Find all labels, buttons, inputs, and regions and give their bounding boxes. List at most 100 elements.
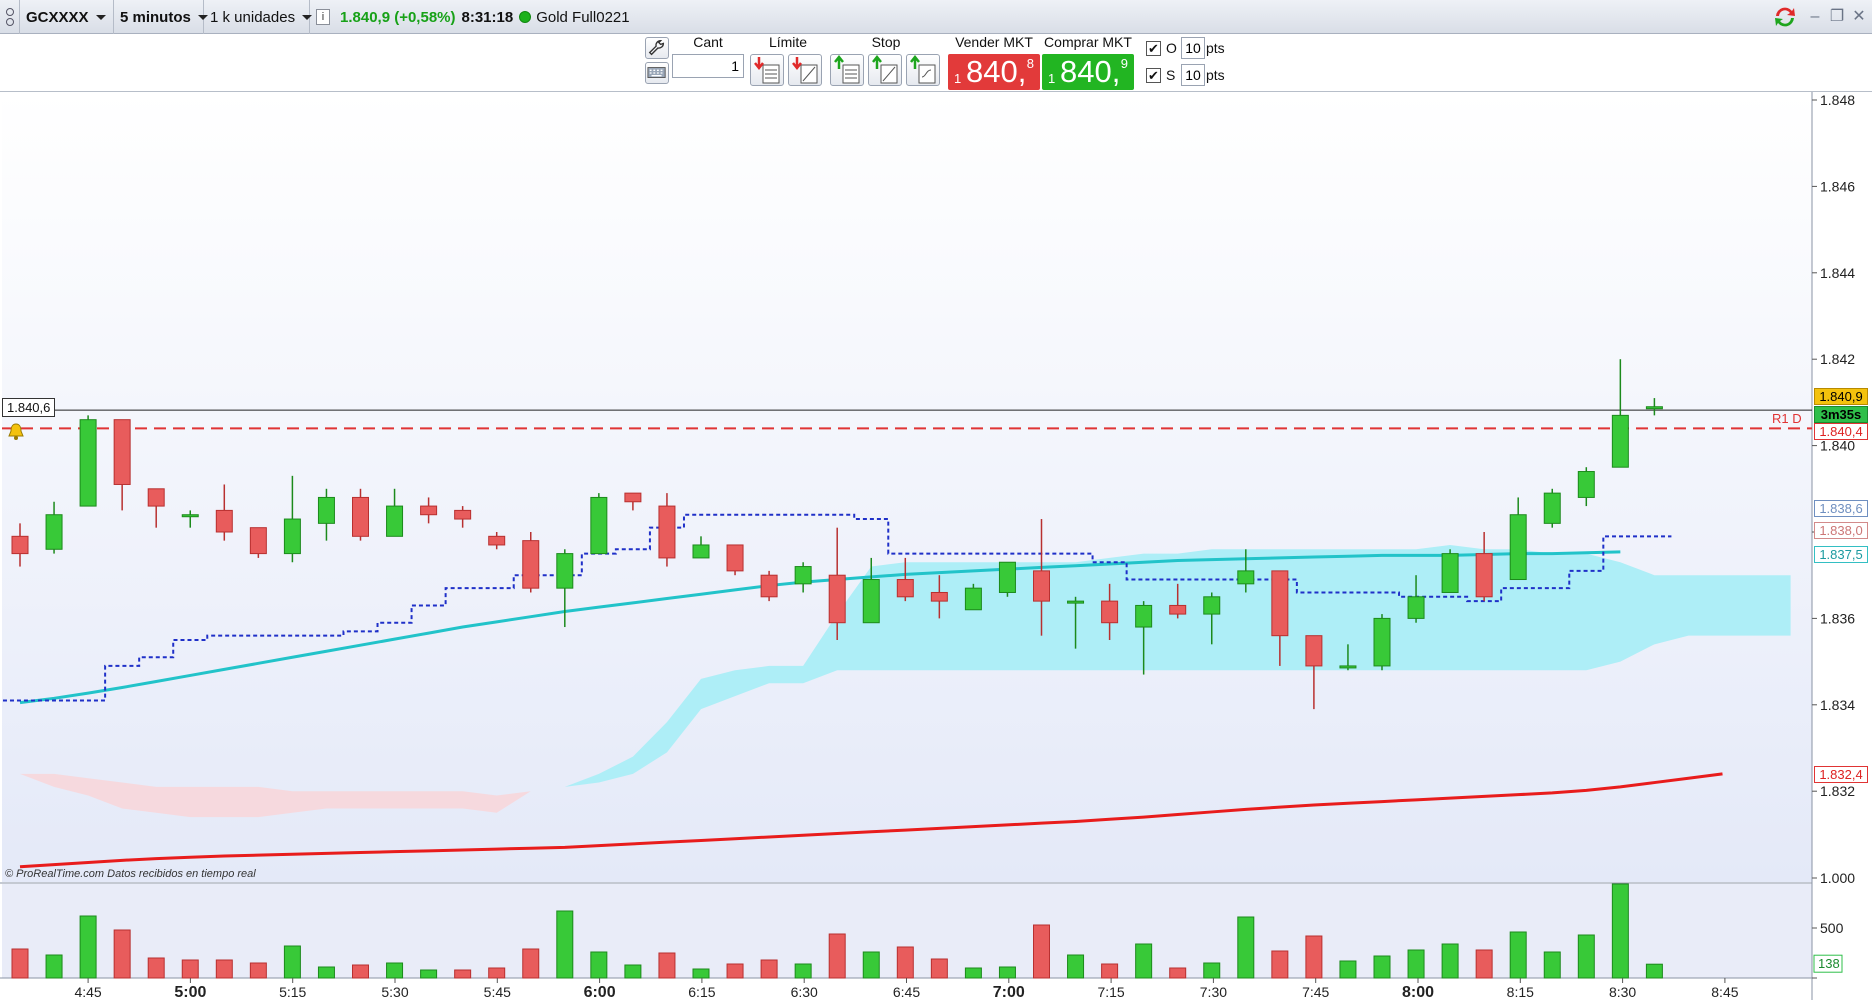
window-menu-icon[interactable]: [0, 0, 20, 34]
candle-body: [1101, 600, 1119, 624]
volume-bar: [1509, 931, 1527, 979]
candle-body: [386, 505, 404, 537]
buy-price-prefix: 1: [1048, 71, 1056, 86]
volume-bar: [1339, 960, 1357, 979]
candle-body: [1577, 471, 1595, 498]
stop-pts-label: pts: [1206, 67, 1225, 83]
r1-price-tag: 1.840,4: [1814, 423, 1868, 440]
time-tick-label: 8:15: [1507, 984, 1534, 1000]
candle-body: [1475, 553, 1493, 598]
minimize-icon[interactable]: –: [1806, 8, 1824, 26]
time-tick-label: 5:15: [279, 984, 306, 1000]
time-tick-label: 7:45: [1302, 984, 1329, 1000]
close-icon[interactable]: ✕: [1850, 8, 1868, 26]
volume-bar: [692, 968, 710, 979]
wrench-icon[interactable]: [645, 37, 669, 59]
candle-body: [828, 574, 846, 624]
last-price-tag: 1.840,9: [1814, 388, 1868, 405]
time-tick-label: 5:00: [174, 984, 206, 1000]
volume-bar: [1271, 950, 1289, 979]
volume-tick-label: 500: [1820, 920, 1844, 936]
stop-trailing-icon[interactable]: [906, 54, 940, 86]
quantity-input[interactable]: [672, 54, 744, 78]
candle-body: [215, 509, 233, 533]
candle-body: [590, 496, 608, 555]
ma-red-price-tag: 1.832,4: [1814, 766, 1868, 783]
units-label: 1 k unidades: [210, 8, 296, 26]
candle-body: [1271, 570, 1289, 637]
volume-bar: [352, 964, 369, 979]
volume-bar: [317, 966, 335, 979]
candle-body: [998, 561, 1016, 593]
window-controls: – ❐ ✕: [1772, 0, 1872, 34]
volume-bar: [1441, 943, 1459, 979]
units-selector[interactable]: 1 k unidades: [204, 0, 313, 34]
volume-bar: [113, 929, 131, 979]
candle-body: [760, 574, 778, 598]
chevron-down-icon: [95, 14, 106, 20]
candle-body: [147, 488, 165, 507]
volume-bar: [658, 952, 676, 979]
volume-bar: [522, 948, 540, 979]
volume-bar: [454, 969, 472, 979]
volume-bar: [1237, 916, 1255, 979]
sync-icon[interactable]: [1772, 4, 1798, 30]
volume-bar: [1407, 949, 1425, 979]
stop-sell-icon[interactable]: [868, 54, 902, 86]
restore-icon[interactable]: ❐: [1828, 8, 1846, 26]
candle-body: [1203, 596, 1221, 615]
bell-icon[interactable]: [6, 422, 26, 442]
candle-body: [1645, 406, 1663, 410]
time-tick-label: 7:00: [993, 984, 1025, 1000]
volume-bar: [181, 959, 199, 979]
objective-pts-label: pts: [1206, 40, 1225, 56]
timeframe-selector[interactable]: 5 minutos: [114, 0, 208, 34]
candle-body: [794, 566, 812, 585]
limit-buy-icon[interactable]: [750, 54, 784, 86]
objective-points-input[interactable]: [1181, 37, 1205, 59]
volume-bar: [1033, 924, 1050, 979]
buy-market-button[interactable]: 1 840, 9: [1042, 54, 1134, 90]
price-tick-label: 1.844: [1820, 265, 1855, 281]
candle-body: [113, 419, 131, 485]
candle-body: [1611, 414, 1629, 468]
price-tick-label: 1.842: [1820, 351, 1855, 367]
candle-body: [1067, 600, 1085, 604]
time-tick-label: 6:30: [791, 984, 818, 1000]
candle-body: [488, 535, 506, 546]
stop-checkbox[interactable]: ✔: [1146, 68, 1161, 83]
price-tick-label: 1.840: [1820, 438, 1855, 454]
candle-body: [1339, 665, 1357, 669]
stop-buy-icon[interactable]: [830, 54, 864, 86]
time-tick-label: 6:15: [688, 984, 715, 1000]
objective-label: O: [1166, 40, 1177, 56]
tenkan-price-tag: 1.838,6: [1814, 500, 1868, 517]
volume-bar: [828, 933, 846, 979]
volume-bar: [1203, 962, 1221, 979]
volume-bar: [1305, 935, 1323, 979]
volume-bar: [11, 948, 29, 979]
limit-sell-icon[interactable]: [788, 54, 822, 86]
volume-tick-label: 1.000: [1820, 870, 1855, 886]
time-tick-label: 4:45: [74, 984, 101, 1000]
symbol-selector[interactable]: GCXXXX: [20, 0, 114, 34]
candle-body: [11, 535, 29, 555]
timeframe-label: 5 minutos: [120, 8, 191, 26]
volume-bar: [1543, 951, 1561, 979]
volume-bar: [896, 946, 914, 979]
objective-checkbox[interactable]: ✔: [1146, 41, 1161, 56]
candle-body: [181, 514, 199, 518]
stop-label: Stop: [871, 34, 901, 50]
time-tick-label: 8:45: [1711, 984, 1738, 1000]
candle-body: [1305, 635, 1323, 667]
keyboard-icon[interactable]: [645, 62, 669, 84]
chart-canvas[interactable]: 1.8481.8461.8441.8421.8401.8381.8361.834…: [0, 92, 1872, 1000]
sell-market-button[interactable]: 1 840, 8: [948, 54, 1040, 90]
info-icon[interactable]: i: [316, 9, 330, 25]
volume-bar: [283, 945, 301, 979]
stop-points-input[interactable]: [1181, 64, 1205, 86]
candle-body: [522, 540, 540, 589]
price-tick-label: 1.848: [1820, 92, 1855, 108]
time-tick-label: 8:30: [1609, 984, 1636, 1000]
price-chart[interactable]: 1.8481.8461.8441.8421.8401.8381.8361.834…: [0, 92, 1872, 1000]
